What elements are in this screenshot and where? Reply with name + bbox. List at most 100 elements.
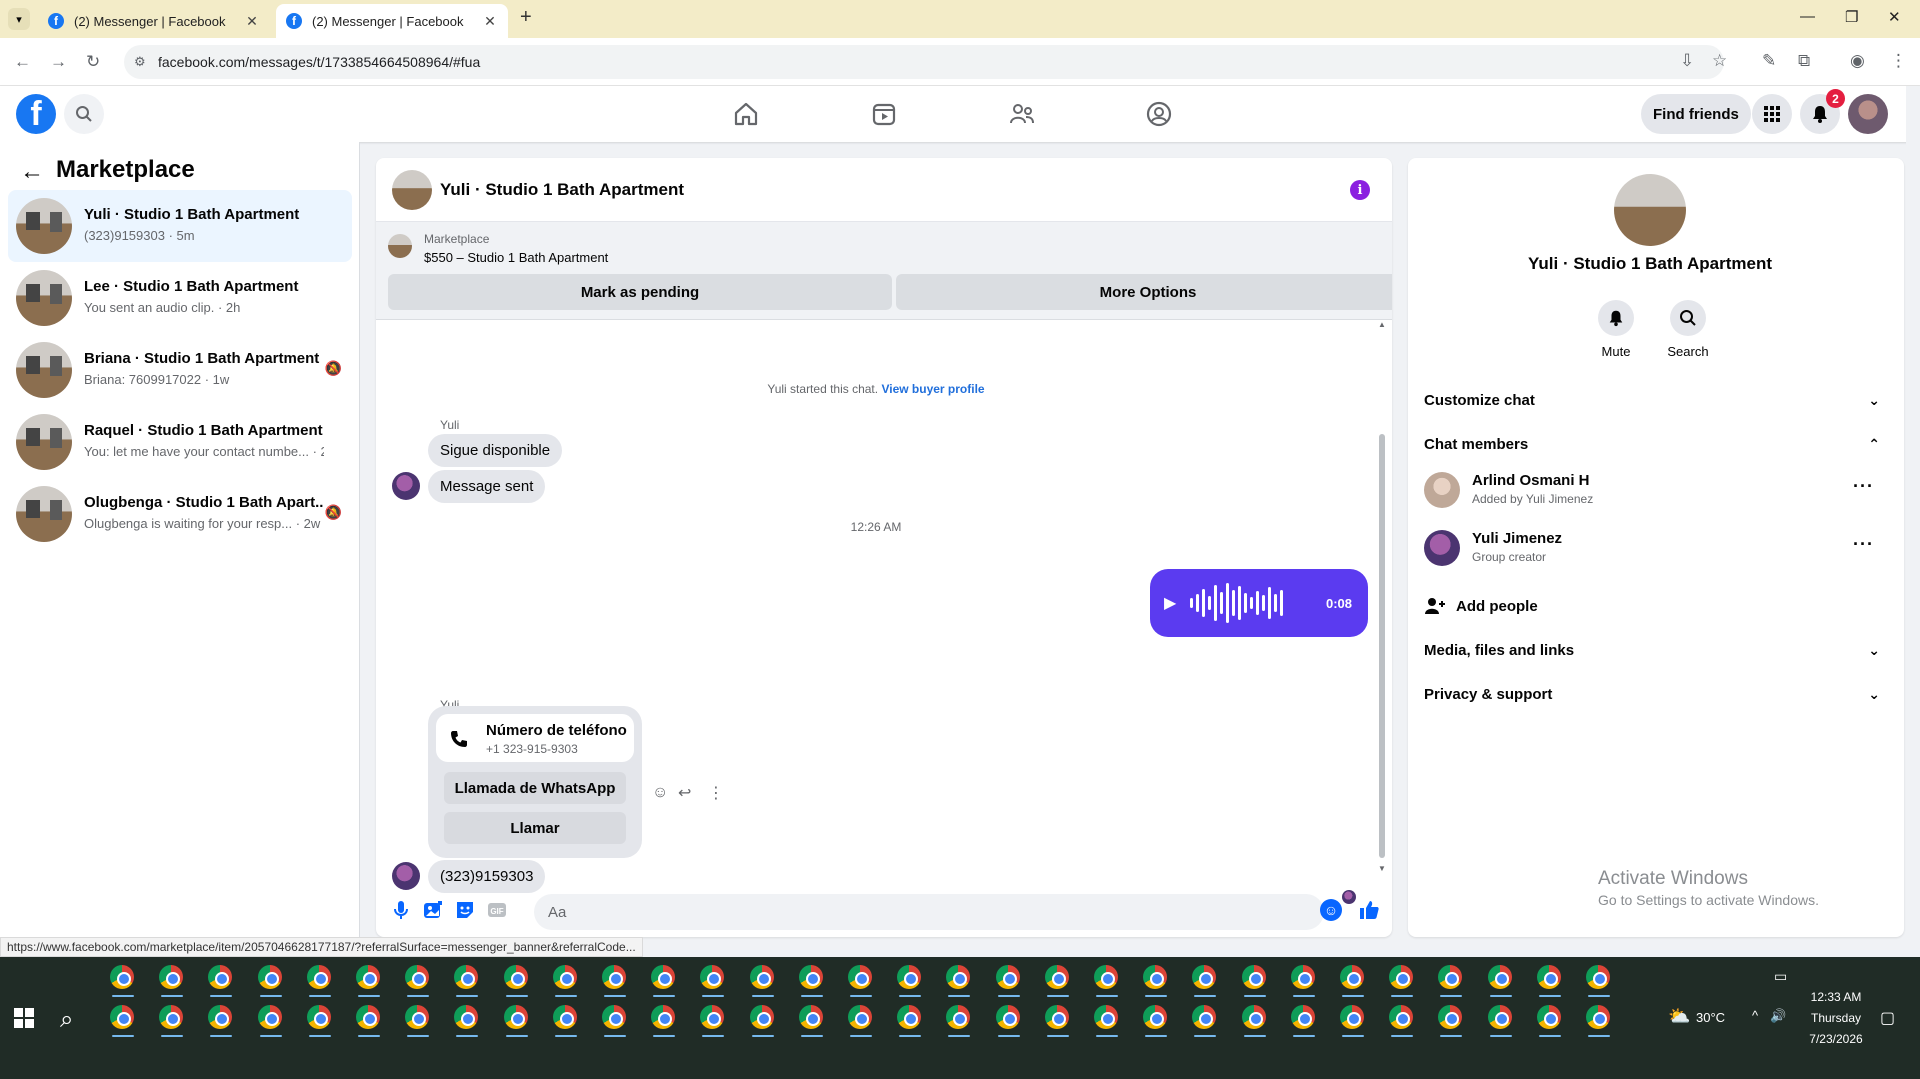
conversation-avatar[interactable] bbox=[1614, 174, 1686, 246]
find-friends-button[interactable]: Find friends bbox=[1641, 94, 1751, 134]
taskbar-app-icon[interactable] bbox=[159, 965, 185, 997]
like-thumb-icon[interactable] bbox=[1358, 899, 1380, 921]
taskbar-app-icon[interactable] bbox=[602, 965, 628, 997]
new-tab-icon[interactable]: + bbox=[520, 6, 532, 29]
reply-icon[interactable]: ↩ bbox=[678, 783, 691, 803]
taskbar-app-icon[interactable] bbox=[602, 1005, 628, 1037]
taskbar-app-icon[interactable] bbox=[1586, 1005, 1612, 1037]
volume-icon[interactable]: 🔊 bbox=[1770, 1008, 1786, 1024]
sender-avatar[interactable] bbox=[392, 472, 420, 500]
page-scrollbar[interactable] bbox=[1906, 86, 1920, 957]
restore-icon[interactable]: ❐ bbox=[1845, 8, 1858, 26]
taskbar-app-icon[interactable] bbox=[848, 965, 874, 997]
tray-notification-icon[interactable]: ▭ bbox=[1774, 968, 1787, 985]
chat-title[interactable]: Yuli · Studio 1 Bath Apartment bbox=[440, 180, 684, 200]
taskbar-app-icon[interactable] bbox=[159, 1005, 185, 1037]
extension-icon[interactable]: ✎ bbox=[1762, 51, 1776, 71]
taskbar-app-icon[interactable] bbox=[208, 1005, 234, 1037]
taskbar-app-icon[interactable] bbox=[306, 1005, 333, 1037]
back-arrow-icon[interactable]: ← bbox=[20, 158, 44, 186]
profile-icon[interactable]: ◉ bbox=[1850, 51, 1865, 71]
taskbar-app-icon[interactable] bbox=[1044, 1005, 1071, 1037]
customize-chat-section[interactable]: Customize chat ⌄ bbox=[1424, 382, 1888, 418]
taskbar-app-icon[interactable] bbox=[1340, 1005, 1366, 1037]
conversation-item[interactable]: Yuli · Studio 1 Bath Apartment (323)9159… bbox=[8, 190, 352, 262]
install-app-icon[interactable]: ⇩ bbox=[1680, 51, 1694, 71]
taskbar-app-icon[interactable] bbox=[552, 965, 579, 997]
tab-close-icon[interactable]: ✕ bbox=[244, 13, 260, 30]
whatsapp-call-button[interactable]: Llamada de WhatsApp bbox=[444, 772, 626, 804]
address-bar[interactable]: ⚙ facebook.com/messages/t/17338546645089… bbox=[124, 45, 1724, 79]
taskbar-app-icon[interactable] bbox=[356, 1005, 382, 1037]
taskbar-app-icon[interactable] bbox=[1192, 965, 1218, 997]
sticker-icon[interactable] bbox=[454, 899, 476, 921]
taskbar-app-icon[interactable] bbox=[1340, 965, 1366, 997]
taskbar-app-icon[interactable] bbox=[503, 965, 530, 997]
browser-tab-2[interactable]: f (2) Messenger | Facebook ✕ bbox=[276, 4, 508, 38]
groups-icon[interactable] bbox=[1008, 100, 1036, 128]
scroll-down-icon[interactable]: ▼ bbox=[1378, 864, 1386, 873]
more-options-button[interactable]: More Options bbox=[896, 274, 1392, 310]
info-icon[interactable]: i bbox=[1350, 180, 1370, 200]
privacy-support-section[interactable]: Privacy & support ⌄ bbox=[1424, 676, 1888, 712]
react-emoji-icon[interactable]: ☺ bbox=[652, 784, 668, 802]
more-options-icon[interactable]: ··· bbox=[1853, 476, 1874, 497]
message-input[interactable]: Aa bbox=[534, 894, 1324, 930]
chat-scrollbar[interactable]: ▲ ▼ bbox=[1376, 320, 1388, 877]
taskbar-app-icon[interactable] bbox=[1487, 965, 1514, 997]
play-icon[interactable]: ▶ bbox=[1164, 593, 1176, 613]
facebook-logo-icon[interactable]: f bbox=[16, 94, 56, 134]
conversation-item[interactable]: Lee · Studio 1 Bath Apartment You sent a… bbox=[8, 262, 352, 334]
taskbar-app-icon[interactable] bbox=[257, 965, 284, 997]
taskbar-app-icon[interactable] bbox=[257, 1005, 284, 1037]
taskbar-app-icon[interactable] bbox=[1192, 1005, 1218, 1037]
tab-close-icon[interactable]: ✕ bbox=[482, 13, 498, 30]
taskbar-app-icon[interactable] bbox=[995, 965, 1022, 997]
conversation-item[interactable]: Briana · Studio 1 Bath Apartment Briana:… bbox=[8, 334, 352, 406]
taskbar-app-icon[interactable] bbox=[1143, 1005, 1169, 1037]
taskbar-app-icon[interactable] bbox=[897, 1005, 923, 1037]
scroll-thumb[interactable] bbox=[1379, 434, 1385, 858]
more-actions-icon[interactable]: ⋮ bbox=[708, 783, 724, 803]
taskbar-app-icon[interactable] bbox=[798, 965, 825, 997]
action-center-icon[interactable]: ▢ bbox=[1880, 1008, 1895, 1028]
taskbar-app-icon[interactable] bbox=[946, 965, 972, 997]
taskbar-app-icon[interactable] bbox=[1536, 965, 1563, 997]
close-window-icon[interactable]: ✕ bbox=[1888, 8, 1901, 26]
chat-avatar[interactable] bbox=[392, 170, 432, 210]
taskbar-app-icon[interactable] bbox=[700, 1005, 726, 1037]
taskbar-app-icon[interactable] bbox=[1438, 965, 1464, 997]
taskbar-app-icon[interactable] bbox=[552, 1005, 579, 1037]
attach-photo-icon[interactable] bbox=[422, 899, 444, 921]
taskbar-app-icon[interactable] bbox=[1290, 1005, 1317, 1037]
taskbar-app-icon[interactable] bbox=[946, 1005, 972, 1037]
audio-message[interactable]: ▶ 0:08 bbox=[1150, 569, 1368, 637]
tray-overflow-icon[interactable]: ^ bbox=[1752, 1008, 1758, 1023]
taskbar-app-icon[interactable] bbox=[848, 1005, 874, 1037]
taskbar-app-icon[interactable] bbox=[356, 965, 382, 997]
taskbar-app-icon[interactable] bbox=[1389, 965, 1415, 997]
menu-grid-icon[interactable] bbox=[1752, 94, 1792, 134]
windows-start-icon[interactable] bbox=[14, 1008, 34, 1028]
call-button[interactable]: Llamar bbox=[444, 812, 626, 844]
mute-button[interactable]: Mute bbox=[1586, 300, 1646, 359]
taskbar-app-icon[interactable] bbox=[1389, 1005, 1415, 1037]
gif-icon[interactable]: GIF bbox=[486, 899, 508, 921]
mark-as-pending-button[interactable]: Mark as pending bbox=[388, 274, 892, 310]
gaming-icon[interactable] bbox=[1145, 100, 1173, 128]
taskbar-app-icon[interactable] bbox=[1094, 1005, 1120, 1037]
taskbar-app-icon[interactable] bbox=[1487, 1005, 1514, 1037]
taskbar-app-icon[interactable] bbox=[306, 965, 333, 997]
account-avatar[interactable] bbox=[1848, 94, 1888, 134]
taskbar-app-icon[interactable] bbox=[651, 1005, 677, 1037]
listing-thumbnail[interactable] bbox=[388, 234, 412, 258]
taskbar-app-icon[interactable] bbox=[897, 965, 923, 997]
taskbar-app-icon[interactable] bbox=[1094, 965, 1120, 997]
taskbar-app-icon[interactable] bbox=[1536, 1005, 1563, 1037]
member-row[interactable]: Arlind Osmani H Added by Yuli Jimenez ··… bbox=[1424, 466, 1888, 514]
taskbar-app-icon[interactable] bbox=[1438, 1005, 1464, 1037]
listing-title[interactable]: $550 – Studio 1 Bath Apartment bbox=[424, 250, 608, 265]
taskbar-app-icon[interactable] bbox=[454, 965, 480, 997]
taskbar-app-icon[interactable] bbox=[208, 965, 234, 997]
taskbar-search-icon[interactable]: ⌕ bbox=[60, 1006, 73, 1034]
